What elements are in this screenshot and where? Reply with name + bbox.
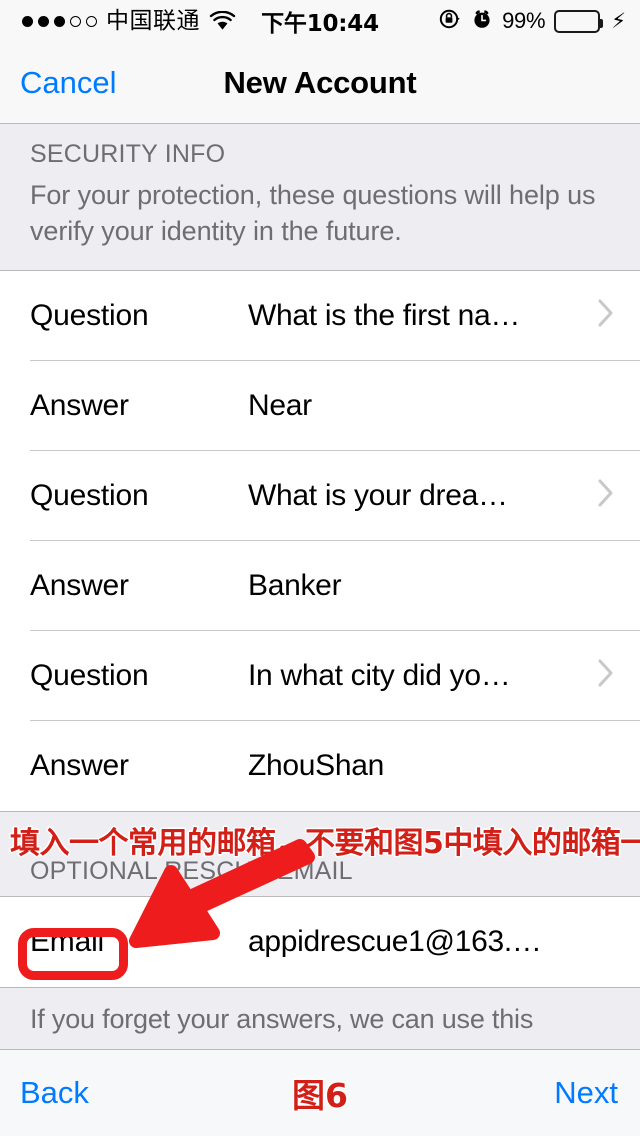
- question-row-3[interactable]: Question In what city did yo…: [0, 631, 640, 721]
- alarm-clock-icon: [471, 8, 493, 35]
- row-value: Banker: [248, 569, 616, 603]
- security-info-header: SECURITY INFO For your protection, these…: [0, 124, 640, 271]
- status-bar: 中国联通 下午10:44: [0, 0, 640, 42]
- row-label: Answer: [30, 389, 248, 423]
- row-value: Near: [248, 389, 616, 423]
- page-title: New Account: [0, 65, 640, 101]
- figure-caption: 图6: [0, 1069, 640, 1117]
- status-bar-right: 99% ⚡: [438, 7, 626, 36]
- iphone-screen: 中国联通 下午10:44: [0, 0, 640, 1136]
- row-label: Question: [30, 659, 248, 693]
- answer-row-3[interactable]: Answer ZhouShan: [0, 721, 640, 811]
- question-row-2[interactable]: Question What is your drea…: [0, 451, 640, 541]
- answer-row-1[interactable]: Answer Near: [0, 361, 640, 451]
- row-value: What is your drea…: [248, 479, 588, 513]
- row-label: Question: [30, 479, 248, 513]
- battery-icon: [554, 10, 600, 33]
- email-value[interactable]: appidrescue1@163.…: [248, 925, 616, 959]
- rescue-email-footer-text: If you forget your answers, we can use t…: [30, 1002, 610, 1037]
- rescue-email-footer: If you forget your answers, we can use t…: [0, 987, 640, 1049]
- bottom-toolbar: Back 图6 Next: [0, 1049, 640, 1136]
- next-button[interactable]: Next: [554, 1075, 618, 1111]
- chevron-right-icon: [596, 297, 616, 334]
- row-label: Answer: [30, 569, 248, 603]
- security-info-title: SECURITY INFO: [30, 140, 610, 169]
- row-value: What is the first na…: [248, 299, 588, 333]
- rescue-email-row[interactable]: Email appidrescue1@163.…: [0, 897, 640, 987]
- email-label: Email: [30, 925, 248, 959]
- lightning-bolt-icon: ⚡: [611, 11, 626, 32]
- question-row-1[interactable]: Question What is the first na…: [0, 271, 640, 361]
- chevron-right-icon: [596, 477, 616, 514]
- row-value: In what city did yo…: [248, 659, 588, 693]
- chevron-right-icon: [596, 657, 616, 694]
- row-label: Answer: [30, 749, 248, 783]
- form-scroll-area[interactable]: SECURITY INFO For your protection, these…: [0, 124, 640, 1049]
- rescue-email-header: OPTIONAL RESCUE EMAIL: [0, 811, 640, 897]
- battery-percent-label: 99%: [502, 8, 545, 34]
- security-info-description: For your protection, these questions wil…: [30, 178, 610, 250]
- row-label: Question: [30, 299, 248, 333]
- row-value: ZhouShan: [248, 749, 616, 783]
- answer-row-2[interactable]: Answer Banker: [0, 541, 640, 631]
- rotation-lock-icon: [438, 7, 462, 36]
- rescue-email-title: OPTIONAL RESCUE EMAIL: [30, 857, 353, 886]
- navigation-bar: Cancel New Account: [0, 42, 640, 124]
